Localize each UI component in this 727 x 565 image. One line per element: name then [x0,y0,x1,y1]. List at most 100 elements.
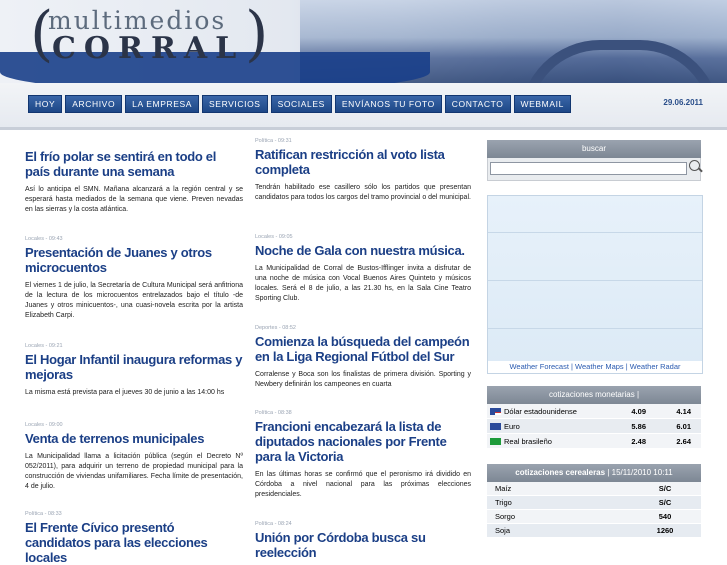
flag-br-icon [490,438,501,446]
news-category: Política - 08:33 [25,511,62,517]
grain-name: Soja [487,523,629,538]
news-category: Locales - 09:21 [25,343,63,349]
flag-us-icon [490,408,501,416]
currency-rates: cotizaciones monetarias | Dólar estadoun… [487,386,701,449]
news-title[interactable]: Francioni encabezará la lista de diputad… [255,419,471,464]
news-item: Locales - 09:43 Presentación de Juanes y… [25,236,243,343]
news-title[interactable]: Comienza la búsqueda del campeón en la L… [255,334,471,364]
news-item: Locales - 09:21 El Hogar Infantil inaugu… [25,343,243,422]
weather-divider [488,280,702,281]
news-item: Locales - 09:05 Noche de Gala con nuestr… [255,234,471,325]
currency-buy: 2.48 [611,433,656,449]
logo-paren-right: ) [245,0,269,69]
news-summary: Tendrán habilitado ese casillero sólo lo… [255,184,471,201]
weather-widget[interactable]: Weather Forecast | Weather Maps | Weathe… [487,195,703,374]
logo-corral[interactable]: CORRAL [52,31,244,66]
grain-row: Maíz S/C [487,482,701,496]
nav-hoy[interactable]: HOY [28,95,63,113]
news-summary: Así lo anticipa el SMN. Mañana alcanzará… [25,186,243,213]
news-title[interactable]: Venta de terrenos municipales [25,431,243,446]
currency-name: Dólar estadounidense [504,406,577,416]
currency-name-cell: Real brasileño [487,433,611,449]
grain-row: Trigo S/C [487,495,701,510]
news-title[interactable]: Noche de Gala con nuestra música. [255,243,471,258]
news-summary: La misma está prevista para el jueves 30… [25,389,225,396]
currency-sell: 4.14 [656,404,701,419]
currency-name-cell: Euro [487,418,611,434]
news-item: Deportes - 08:52 Comienza la búsqueda de… [255,325,471,410]
news-title[interactable]: Presentación de Juanes y otros microcuen… [25,245,243,275]
flag-eu-icon [490,423,501,431]
grain-table: Maíz S/C Trigo S/C Sorgo 540 Soja 1260 [487,482,701,538]
news-title[interactable]: Unión por Córdoba busca su reelección [255,530,471,560]
news-title[interactable]: Ratifican restricción al voto lista comp… [255,147,471,177]
sidebar: buscar Weather Forecast | Weather Maps |… [487,140,703,538]
news-summary: La Municipalidad de Corral de Bustos-Iff… [255,265,471,302]
navigation-bar: HOY ARCHIVO LA EMPRESA SERVICIOS SOCIALE… [0,83,727,130]
weather-divider [488,328,702,329]
news-category: Locales - 09:05 [255,234,293,240]
news-title[interactable]: El Frente Cívico presentó candidatos par… [25,520,243,565]
grain-header: cotizaciones cerealeras | 15/11/2010 10:… [487,464,701,482]
search-input[interactable] [490,162,687,175]
nav-servicios[interactable]: SERVICIOS [202,95,268,113]
currency-row: Euro 5.86 6.01 [487,418,701,434]
nav-contacto[interactable]: CONTACTO [444,95,511,113]
currency-table: Dólar estadounidense 4.09 4.14 Euro 5.86 6.01… [487,404,701,449]
news-summary: El viernes 1 de julio, la Secretaría de … [25,282,243,319]
news-category: Política - 08:38 [255,410,292,416]
news-title[interactable]: El frío polar se sentirá en todo el país… [25,149,243,179]
news-item: Política - 08:24 Unión por Córdoba busca… [255,521,471,560]
news-category [25,140,243,149]
news-category: Locales - 09:43 [25,236,63,242]
currency-sell: 2.64 [656,433,701,449]
current-date: 29.06.2011 [663,98,703,107]
grain-title: cotizaciones cerealeras [515,468,606,477]
nav-webmail[interactable]: WEBMAIL [513,95,571,113]
currency-name-cell: Dólar estadounidense [487,404,611,419]
weather-divider [488,232,702,233]
currency-row: Real brasileño 2.48 2.64 [487,433,701,449]
weather-links[interactable]: Weather Forecast | Weather Maps | Weathe… [488,361,702,373]
search-header: buscar [487,140,701,158]
news-summary: La Municipalidad llama a licitación públ… [25,453,243,490]
grain-name: Maíz [487,482,629,496]
currency-header: cotizaciones monetarias | [487,386,701,404]
grain-row: Soja 1260 [487,523,701,538]
nav-envianos-tu-foto[interactable]: ENVÍANOS TU FOTO [334,95,442,113]
news-item: Política - 09:31 Ratifican restricción a… [255,138,471,234]
search-box [487,158,701,181]
currency-buy: 4.09 [611,404,656,419]
currency-buy: 5.86 [611,418,656,434]
currency-name: Real brasileño [504,436,552,446]
site-header: ( multimedios CORRAL ) [0,0,727,83]
news-category: Política - 08:24 [255,521,292,527]
grain-value: 1260 [629,523,701,538]
search-icon[interactable] [689,160,700,171]
currency-sell: 6.01 [656,418,701,434]
news-item: Política - 08:33 El Frente Cívico presen… [25,511,243,565]
main-menu: HOY ARCHIVO LA EMPRESA SERVICIOS SOCIALE… [28,95,571,113]
nav-sociales[interactable]: SOCIALES [270,95,332,113]
news-item: Locales - 09:00 Venta de terrenos munici… [25,422,243,511]
currency-row: Dólar estadounidense 4.09 4.14 [487,404,701,419]
news-column-left: El frío polar se sentirá en todo el país… [25,140,243,565]
grain-value: S/C [629,482,701,496]
news-column-middle: Política - 09:31 Ratifican restricción a… [255,138,471,560]
news-summary: En las últimas horas se confirmó que el … [255,471,471,498]
news-item: Política - 08:38 Francioni encabezará la… [255,410,471,521]
grain-rates: cotizaciones cerealeras | 15/11/2010 10:… [487,464,701,538]
grain-row: Sorgo 540 [487,509,701,524]
grain-date: | 15/11/2010 10:11 [607,468,673,477]
nav-archivo[interactable]: ARCHIVO [65,95,123,113]
news-title[interactable]: El Hogar Infantil inaugura reformas y me… [25,352,243,382]
news-summary: Corralense y Boca son los finalistas de … [255,371,471,388]
news-category: Locales - 09:00 [25,422,63,428]
grain-value: 540 [629,509,701,524]
nav-la-empresa[interactable]: LA EMPRESA [125,95,200,113]
news-category: Política - 09:31 [255,138,292,144]
grain-name: Trigo [487,495,629,510]
news-item: El frío polar se sentirá en todo el país… [25,140,243,236]
currency-name: Euro [504,421,520,431]
news-category: Deportes - 08:52 [255,325,296,331]
